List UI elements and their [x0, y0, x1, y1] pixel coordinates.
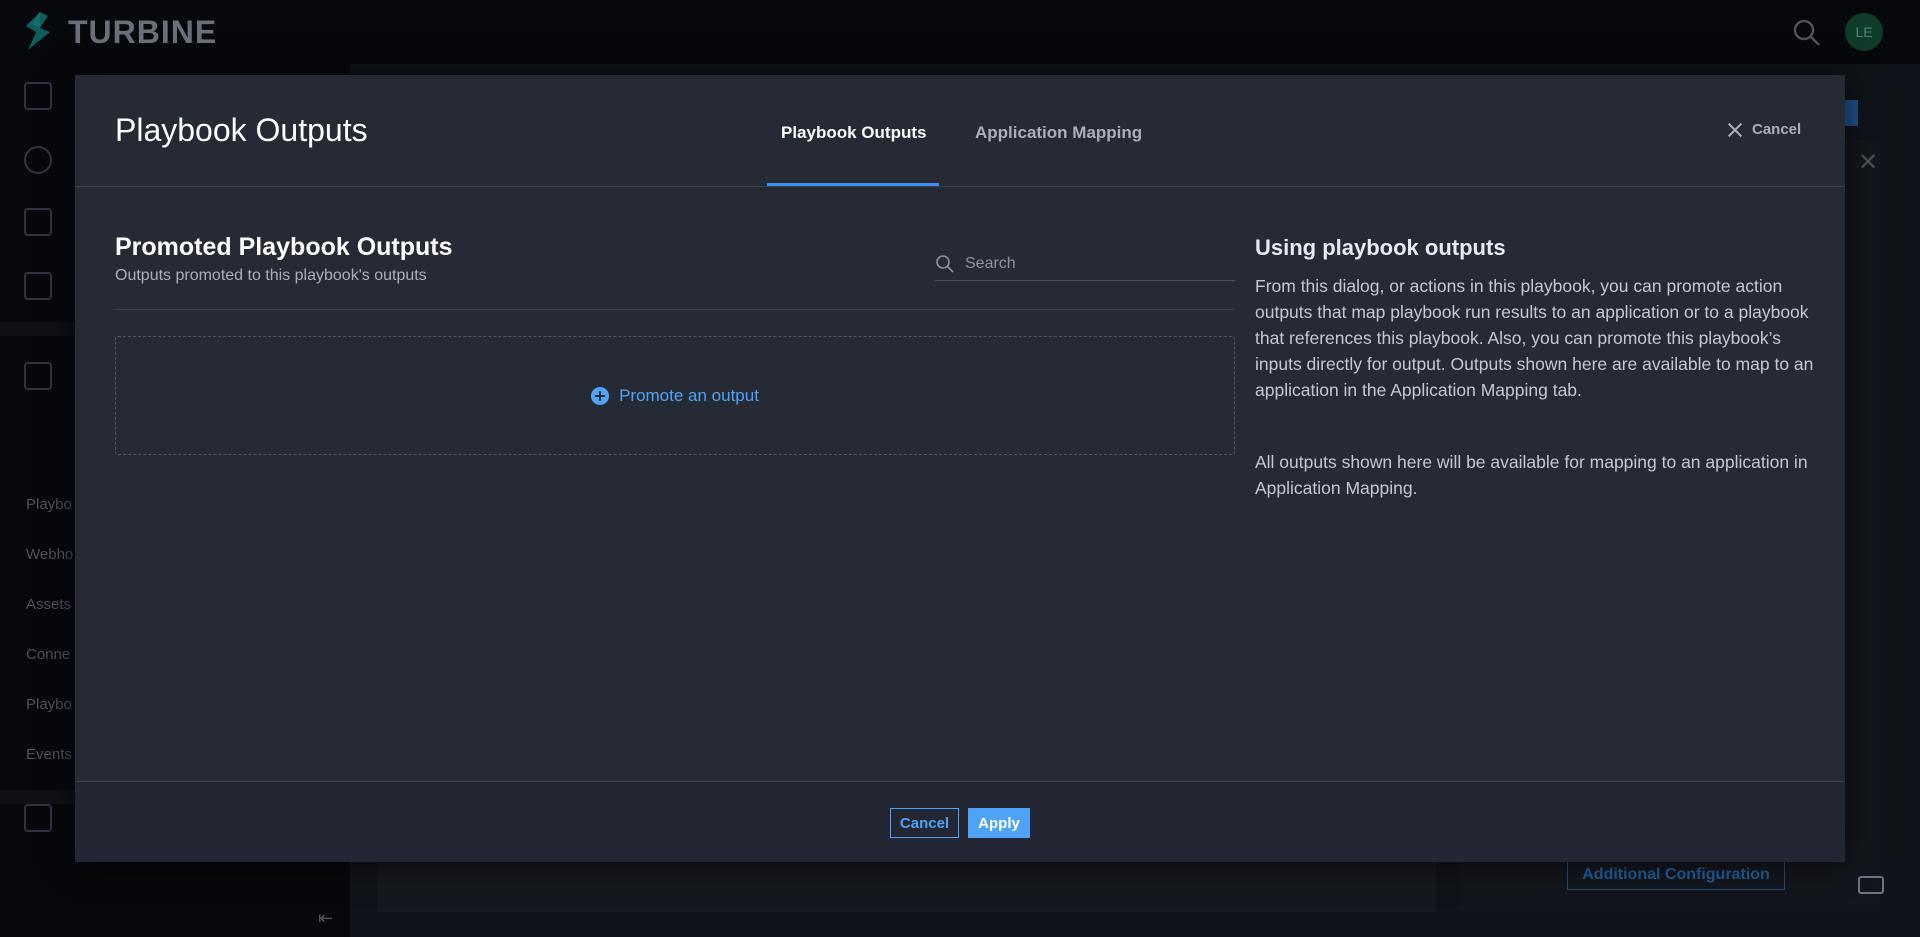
- nav-icon[interactable]: [24, 804, 52, 832]
- nav-icon[interactable]: [24, 424, 52, 452]
- header-cancel-label: Cancel: [1752, 121, 1802, 138]
- promote-output-button[interactable]: Promote an output: [591, 386, 759, 406]
- avatar[interactable]: LE: [1845, 13, 1883, 51]
- brand-name: TURBINE: [68, 13, 218, 50]
- header-cancel-button[interactable]: Cancel: [1728, 121, 1801, 138]
- brand[interactable]: TURBINE: [22, 10, 217, 54]
- close-icon[interactable]: ✕: [1858, 148, 1878, 177]
- search-icon: [936, 254, 954, 273]
- collapse-sidebar-icon[interactable]: ⇤: [318, 908, 333, 929]
- nav-icon[interactable]: [24, 146, 52, 174]
- section-subtitle: Outputs promoted to this playbook's outp…: [115, 267, 427, 284]
- keyboard-icon[interactable]: [1858, 876, 1884, 894]
- dialog-footer: [75, 781, 1845, 862]
- playbook-outputs-dialog: Playbook Outputs Playbook Outputs Applic…: [75, 75, 1845, 862]
- turbine-logo-icon: [26, 12, 50, 50]
- search-field[interactable]: [935, 247, 1235, 281]
- help-paragraph: All outputs shown here will be available…: [1255, 452, 1808, 498]
- promote-output-label: Promote an output: [619, 385, 759, 405]
- help-paragraph: From this dialog, or actions in this pla…: [1255, 276, 1814, 400]
- nav-icon[interactable]: [24, 82, 52, 110]
- search-icon[interactable]: [1792, 18, 1822, 48]
- dialog-header: Playbook Outputs Playbook Outputs Applic…: [75, 75, 1845, 187]
- promote-dropzone: Promote an output: [115, 336, 1235, 455]
- sidebar-item[interactable]: Webho: [26, 546, 73, 563]
- tab-application-mapping[interactable]: Application Mapping: [975, 123, 1142, 143]
- section-divider: [115, 309, 1235, 310]
- nav-icon[interactable]: [24, 272, 52, 300]
- plus-circle-icon: [591, 386, 610, 405]
- cancel-button[interactable]: Cancel: [890, 808, 959, 838]
- app-bottom-panel: [378, 862, 1436, 912]
- app-topbar: [350, 0, 1920, 64]
- search-input[interactable]: [965, 254, 1225, 273]
- nav-icon[interactable]: [24, 208, 52, 236]
- tab-playbook-outputs[interactable]: Playbook Outputs: [781, 123, 926, 143]
- sidebar-item[interactable]: Events: [26, 746, 72, 763]
- sidebar-item[interactable]: Playbo: [26, 696, 72, 713]
- sidebar-item[interactable]: Conne: [26, 646, 70, 663]
- dialog-title: Playbook Outputs: [115, 112, 368, 148]
- close-icon: [1728, 123, 1742, 137]
- sidebar-item[interactable]: Assets: [26, 596, 71, 613]
- apply-button[interactable]: Apply: [968, 808, 1030, 838]
- nav-icon[interactable]: [24, 362, 52, 390]
- active-tab-indicator: [767, 183, 939, 186]
- section-title: Promoted Playbook Outputs: [115, 233, 453, 261]
- sidebar-item[interactable]: Playbo: [26, 496, 72, 513]
- additional-configuration-button[interactable]: Additional Configuration: [1567, 860, 1785, 890]
- help-title: Using playbook outputs: [1255, 235, 1506, 260]
